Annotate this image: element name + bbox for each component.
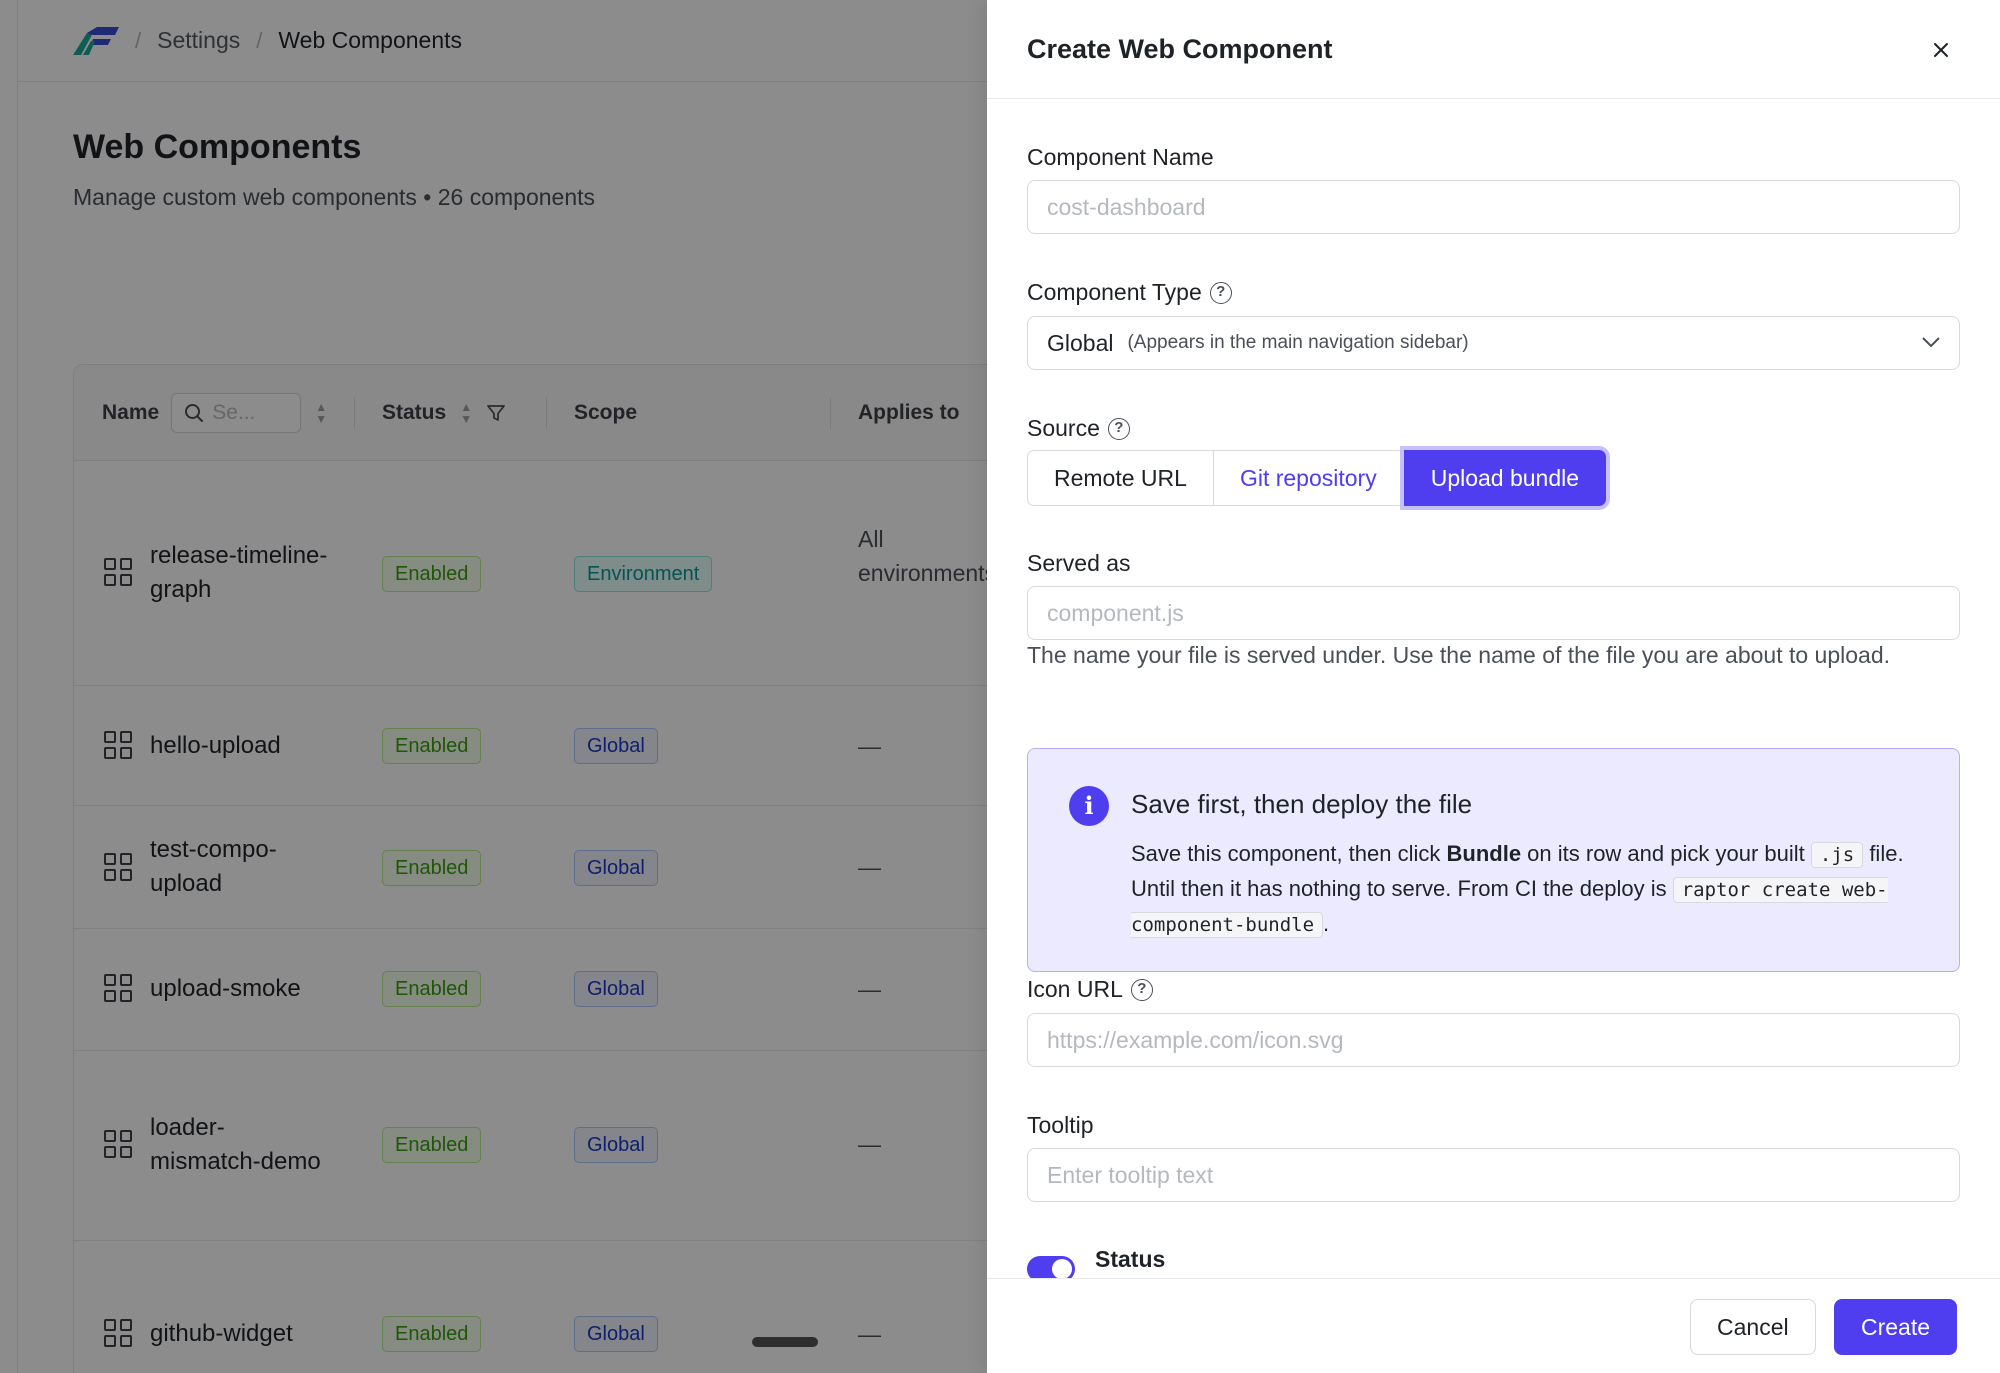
create-component-drawer: Create Web Component Component Name Comp… [987, 0, 2000, 1373]
chevron-down-icon [1922, 337, 1940, 348]
icon-url-label-text: Icon URL [1027, 976, 1123, 1002]
info-text: . [1323, 911, 1330, 936]
component-type-label: Component Type ? [1027, 279, 1232, 306]
served-as-label-text: Served as [1027, 550, 1131, 576]
component-type-label-text: Component Type [1027, 279, 1202, 305]
tooltip-input[interactable] [1027, 1148, 1960, 1202]
drawer-header: Create Web Component [987, 0, 2000, 99]
served-as-label: Served as [1027, 550, 1131, 577]
help-icon[interactable]: ? [1209, 281, 1232, 304]
served-as-input[interactable] [1027, 586, 1960, 640]
cancel-button[interactable]: Cancel [1690, 1299, 1816, 1355]
info-text: Save this component, then click [1131, 841, 1447, 866]
info-icon: i [1069, 786, 1109, 826]
icon-url-label: Icon URL ? [1027, 976, 1153, 1003]
info-code: .js [1810, 842, 1864, 868]
create-button[interactable]: Create [1834, 1299, 1958, 1355]
status-label: Status [1095, 1246, 1166, 1272]
source-segmented-control: Remote URL Git repository Upload bundle [1027, 450, 1607, 506]
modal-overlay[interactable] [0, 0, 987, 1373]
drawer-footer: Cancel Create [987, 1278, 2000, 1373]
info-bold: Bundle [1446, 841, 1522, 866]
help-icon[interactable]: ? [1107, 417, 1130, 440]
tooltip-label: Tooltip [1027, 1112, 1093, 1139]
help-icon[interactable]: ? [1130, 978, 1153, 1001]
source-remote-url-button[interactable]: Remote URL [1027, 450, 1214, 506]
close-icon[interactable] [1929, 38, 1953, 62]
source-label-text: Source [1027, 415, 1100, 441]
drawer-title: Create Web Component [1027, 34, 1333, 64]
component-type-value: Global [1047, 329, 1114, 356]
component-name-input[interactable] [1027, 180, 1960, 234]
component-type-hint: (Appears in the main navigation sidebar) [1127, 332, 1469, 353]
source-label: Source ? [1027, 415, 1130, 442]
served-as-help-text: The name your file is served under. Use … [1027, 642, 1891, 668]
info-body: Save this component, then click Bundle o… [1131, 837, 1931, 942]
info-title: Save first, then deploy the file [1131, 789, 1473, 819]
info-callout: i Save first, then deploy the file Save … [1027, 748, 1960, 972]
info-text: on its row and pick your built [1521, 841, 1811, 866]
component-name-label-text: Component Name [1027, 144, 1214, 170]
toggle-knob [1052, 1259, 1072, 1279]
source-upload-bundle-button[interactable]: Upload bundle [1403, 450, 1607, 506]
tooltip-label-text: Tooltip [1027, 1112, 1094, 1138]
source-git-repository-button[interactable]: Git repository [1213, 450, 1404, 506]
icon-url-input[interactable] [1027, 1013, 1960, 1067]
component-name-label: Component Name [1027, 144, 1214, 171]
component-type-select[interactable]: Global (Appears in the main navigation s… [1027, 316, 1960, 370]
